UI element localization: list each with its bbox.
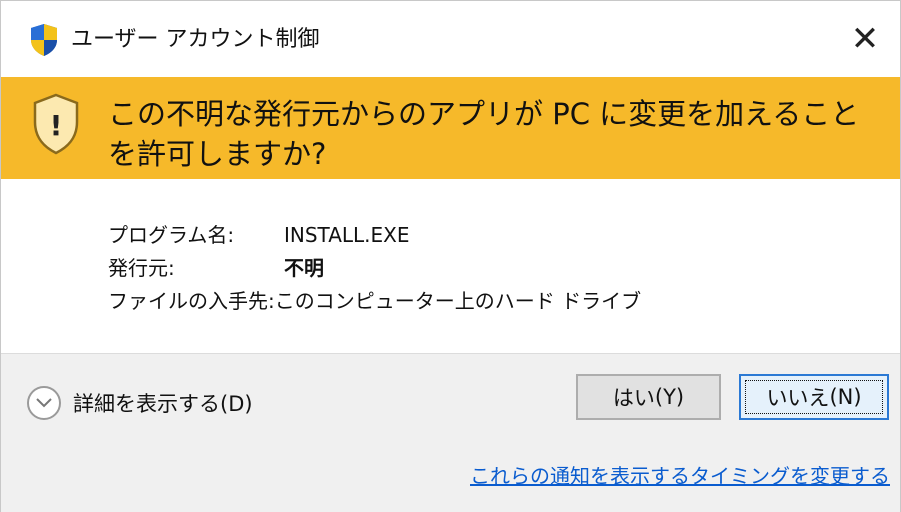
no-button-label: いいえ bbox=[766, 386, 830, 410]
svg-text:!: ! bbox=[50, 109, 63, 142]
source-row: ファイルの入手先: このコンピューター上のハード ドライブ bbox=[108, 285, 641, 318]
show-details-label[interactable]: 詳細を表示する(D) bbox=[73, 388, 253, 418]
title-bar: ユーザー アカウント制御 ✕ bbox=[1, 1, 900, 77]
program-row: プログラム名: INSTALL.EXE bbox=[108, 219, 641, 252]
banner-message: この不明な発行元からのアプリが PC に変更を加えることを許可しますか? bbox=[108, 97, 860, 171]
no-button[interactable]: いいえ (N) bbox=[739, 374, 889, 420]
show-details-toggle[interactable]: 詳細を表示する(D) bbox=[27, 386, 253, 420]
yes-button[interactable]: はい (Y) bbox=[576, 374, 721, 420]
source-label: ファイルの入手先: bbox=[108, 289, 275, 313]
details-section: プログラム名: INSTALL.EXE 発行元: 不明 ファイルの入手先: この… bbox=[108, 219, 641, 318]
program-label: プログラム名: bbox=[108, 223, 235, 247]
warning-shield-icon: ! bbox=[33, 93, 79, 155]
warning-banner: ! この不明な発行元からのアプリが PC に変更を加えることを許可しますか? bbox=[1, 77, 900, 179]
source-value: このコンピューター上のハード ドライブ bbox=[274, 289, 642, 313]
publisher-value: 不明 bbox=[284, 256, 324, 280]
notification-timing-link[interactable]: これらの通知を表示するタイミングを変更する bbox=[470, 460, 890, 489]
uac-shield-icon bbox=[31, 24, 57, 56]
uac-dialog: ユーザー アカウント制御 ✕ ! この不明な発行元からのアプリが PC に変更を… bbox=[0, 0, 901, 512]
focus-rect: いいえ (N) bbox=[745, 380, 883, 414]
close-button[interactable]: ✕ bbox=[830, 1, 900, 77]
close-icon: ✕ bbox=[850, 19, 880, 59]
footer-area: 詳細を表示する(D) はい (Y) いいえ (N) これらの通知を表示するタイミング… bbox=[1, 353, 900, 512]
show-details-accesskey: (D) bbox=[220, 392, 253, 416]
publisher-row: 発行元: 不明 bbox=[108, 252, 641, 285]
yes-accesskey: (Y) bbox=[654, 385, 685, 409]
chevron-down-icon[interactable] bbox=[27, 386, 61, 420]
no-accesskey: (N) bbox=[829, 385, 862, 409]
yes-button-label: はい bbox=[612, 386, 655, 410]
program-value: INSTALL.EXE bbox=[284, 223, 410, 247]
publisher-label: 発行元: bbox=[108, 256, 175, 280]
window-title: ユーザー アカウント制御 bbox=[71, 27, 320, 52]
